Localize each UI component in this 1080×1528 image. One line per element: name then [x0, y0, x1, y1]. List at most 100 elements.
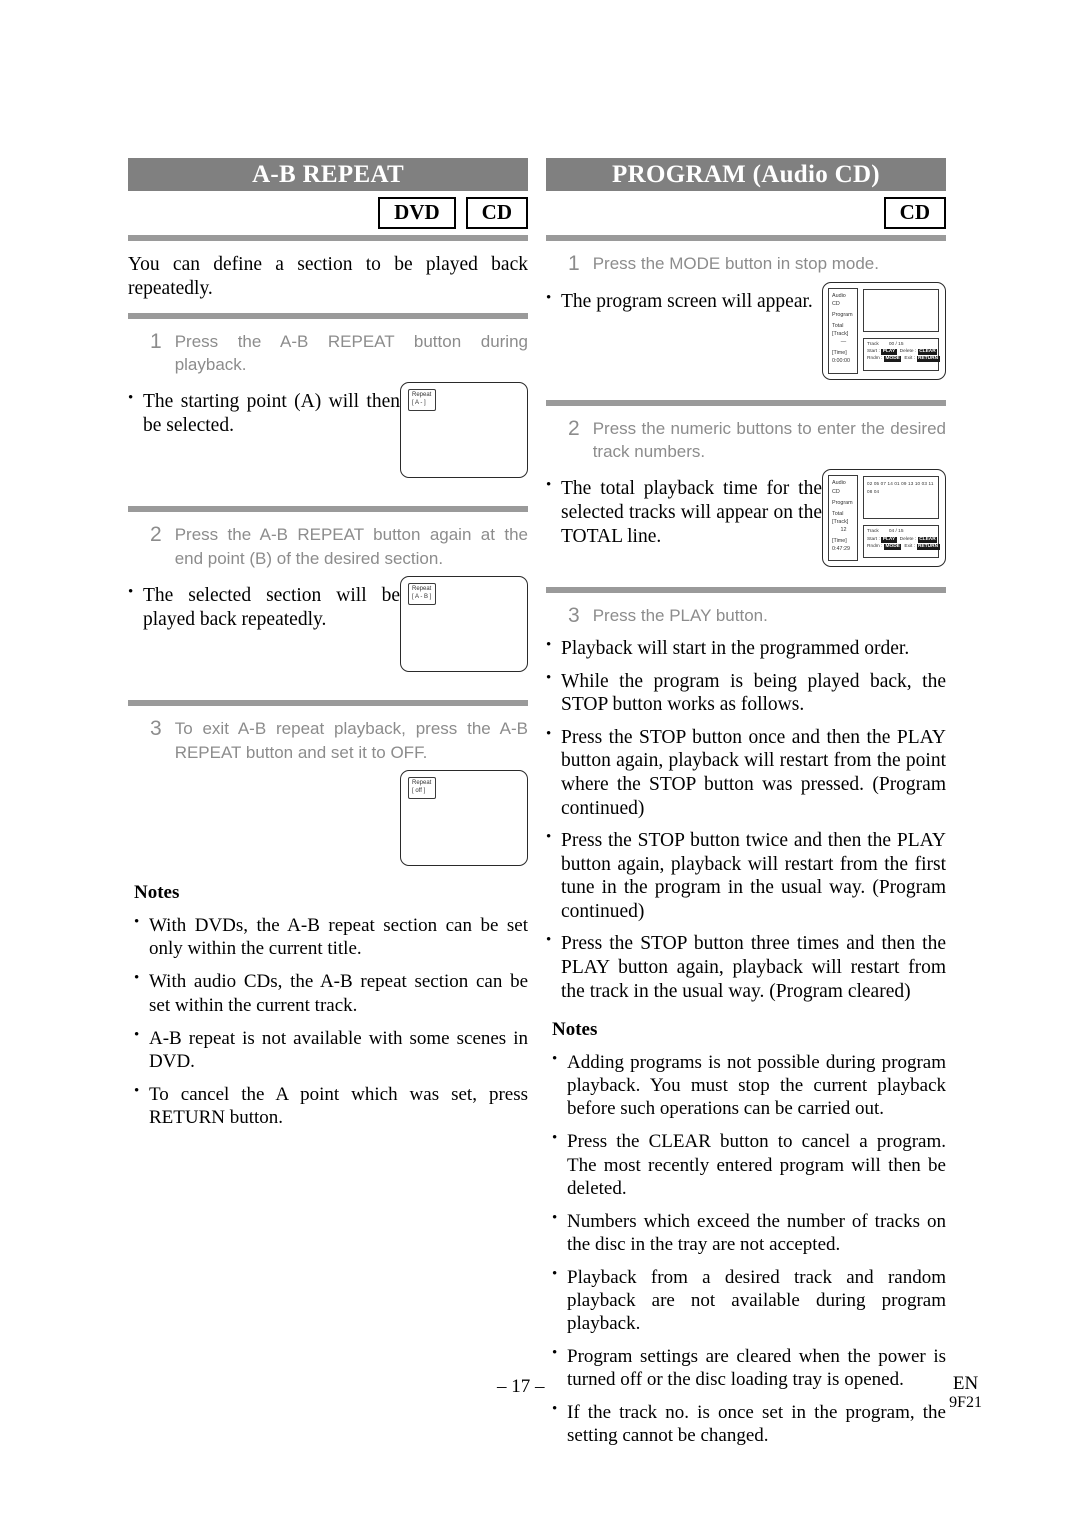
- note-item: Playback from a desired track and random…: [552, 1265, 946, 1335]
- divider-rule: [128, 506, 528, 513]
- language-code: EN: [952, 1373, 979, 1394]
- bullet: The total playback time for the selected…: [546, 476, 822, 548]
- step-3-bullets: Playback will start in the programmed or…: [546, 636, 946, 1003]
- footer-codes: EN 9F21: [949, 1374, 982, 1412]
- divider-rule: [546, 399, 946, 406]
- step-3-illustration-row: Repeat [ off ]: [128, 770, 528, 867]
- delete-cell: Delete : CLEAR: [899, 536, 938, 543]
- step-1-bullets: The starting point (A) will then be sele…: [128, 382, 400, 437]
- tv-frame: Repeat [ A - ]: [400, 382, 528, 479]
- step-1-bullets: The program screen will appear.: [546, 282, 822, 314]
- page-number: – 17 –: [497, 1376, 545, 1397]
- step-1-illustration-row: The program screen will appear. Audio CD…: [546, 281, 946, 380]
- time-value: 0:00:00: [832, 358, 850, 365]
- page-footer: – 17 – EN 9F21: [0, 1374, 1080, 1436]
- manual-page: A-B REPEAT DVD CD You can define a secti…: [0, 0, 1080, 1528]
- bullet: Press the STOP button twice and then the…: [546, 828, 946, 923]
- track-counter: 00 / 15: [888, 341, 904, 347]
- note-item: To cancel the A point which was set, pre…: [134, 1082, 528, 1129]
- note-item: A-B repeat is not available with some sc…: [134, 1026, 528, 1073]
- divider-rule: [546, 587, 946, 594]
- bullet: Press the STOP button once and then the …: [546, 725, 946, 820]
- section-title-program: PROGRAM (Audio CD): [546, 158, 946, 191]
- note-item: Adding programs is not possible during p…: [552, 1050, 946, 1120]
- step-text: Press the numeric buttons to enter the d…: [592, 418, 946, 461]
- step-1: 1 Press the A-B REPEAT button during pla…: [150, 330, 528, 377]
- tv-frame: Repeat [ A - B ]: [400, 576, 528, 673]
- track-label: [Track]: [832, 518, 849, 525]
- bullet: The selected section will be played back…: [128, 583, 400, 631]
- step-number: 3: [568, 604, 580, 628]
- program-screen-empty: Audio CD Program Total [Track] — [Time] …: [822, 281, 946, 380]
- tv-screen-repeat-off: Repeat [ off ]: [400, 770, 528, 867]
- osd-repeat-indicator: Repeat [ A - B ]: [408, 583, 437, 606]
- track-value: 12: [840, 526, 847, 533]
- step-number: 2: [568, 416, 580, 440]
- program-status-panel: Audio CD Program Total [Track] 12 [Time]…: [828, 475, 858, 562]
- badge-cd: CD: [883, 196, 946, 230]
- track-value: —: [840, 339, 847, 346]
- mode-label: Program: [832, 311, 853, 318]
- step-2: 2 Press the A-B REPEAT button again at t…: [150, 523, 528, 570]
- time-label: [Time]: [832, 538, 847, 545]
- osd-repeat-indicator: Repeat [ A - ]: [408, 389, 437, 412]
- program-screen-frame: Audio CD Program Total [Track] 12 [Time]…: [822, 469, 946, 568]
- step-text: Press the MODE button in stop mode.: [592, 254, 879, 273]
- random-exit-row: Rndm : MODE Exit : RETURN: [867, 356, 940, 363]
- step-1-illustration-row: The starting point (A) will then be sele…: [128, 382, 528, 479]
- random-cell: Rndm : MODE: [867, 356, 902, 363]
- step-number: 2: [150, 523, 162, 547]
- total-label: Total: [832, 510, 844, 517]
- notes-heading: Notes: [134, 882, 180, 904]
- step-2-illustration-row: The total playback time for the selected…: [546, 469, 946, 568]
- play-key: PLAY: [881, 536, 897, 543]
- disc-type-label: Audio CD: [832, 480, 846, 495]
- random-label: Rndm :: [867, 544, 883, 550]
- current-track-row: Track 04 / 15: [867, 529, 936, 535]
- delete-label: Delete :: [899, 536, 917, 542]
- total-label: Total: [832, 322, 844, 329]
- return-key: RETURN: [916, 356, 940, 363]
- program-status-panel: Audio CD Program Total [Track] — [Time] …: [828, 287, 858, 374]
- clear-key: CLEAR: [917, 349, 938, 355]
- clear-key: CLEAR: [917, 536, 938, 543]
- step-2-bullets: The total playback time for the selected…: [546, 469, 822, 548]
- osd-line-2: [ A - ]: [412, 400, 426, 407]
- current-track-row: Track 00 / 15: [867, 342, 936, 348]
- disc-type-label: Audio CD: [832, 292, 846, 307]
- divider-rule: [128, 235, 528, 241]
- step-number: 3: [150, 717, 162, 741]
- step-2-bullets: The selected section will be played back…: [128, 576, 400, 631]
- program-screen-filled: Audio CD Program Total [Track] 12 [Time]…: [822, 469, 946, 568]
- exit-label: Exit :: [904, 356, 916, 362]
- mode-key: MODE: [883, 356, 902, 363]
- osd-line-1: Repeat: [412, 586, 432, 593]
- random-exit-row: Rndm : MODE Exit : RETURN: [867, 544, 940, 551]
- note-item: With audio CDs, the A-B repeat section c…: [134, 969, 528, 1016]
- exit-cell: Exit : RETURN: [904, 544, 940, 551]
- step-text: Press the A-B REPEAT button again at the…: [174, 525, 528, 568]
- delete-label: Delete :: [899, 349, 917, 354]
- play-key: PLAY: [881, 349, 897, 355]
- mode-key: MODE: [883, 544, 902, 551]
- media-badges-right: CD: [546, 191, 946, 235]
- section-title-ab-repeat: A-B REPEAT: [128, 158, 528, 191]
- note-item: Press the CLEAR button to cancel a progr…: [552, 1129, 946, 1199]
- note-item: With DVDs, the A-B repeat section can be…: [134, 913, 528, 960]
- start-cell: Start : PLAY: [867, 349, 897, 355]
- bullet: Playback will start in the programmed or…: [546, 636, 946, 661]
- step-text: Press the PLAY button.: [592, 606, 768, 626]
- step-text: Press the A-B REPEAT button during playb…: [174, 331, 528, 375]
- start-cell: Start : PLAY: [867, 536, 897, 543]
- bullet: The starting point (A) will then be sele…: [128, 389, 400, 437]
- program-track-list: 02 05 07 14 01 09 13 10 03 11 08 04: [863, 476, 939, 520]
- right-column-program: PROGRAM (Audio CD) CD 1 Press the MODE b…: [546, 158, 946, 1447]
- program-screen-frame: Audio CD Program Total [Track] — [Time] …: [822, 281, 946, 380]
- delete-cell: Delete : CLEAR: [900, 349, 938, 355]
- step-2-illustration-row: The selected section will be played back…: [128, 576, 528, 673]
- step-number: 1: [150, 329, 162, 353]
- bullet: The program screen will appear.: [546, 289, 822, 314]
- step-3: 3 Press the PLAY button.: [568, 604, 946, 628]
